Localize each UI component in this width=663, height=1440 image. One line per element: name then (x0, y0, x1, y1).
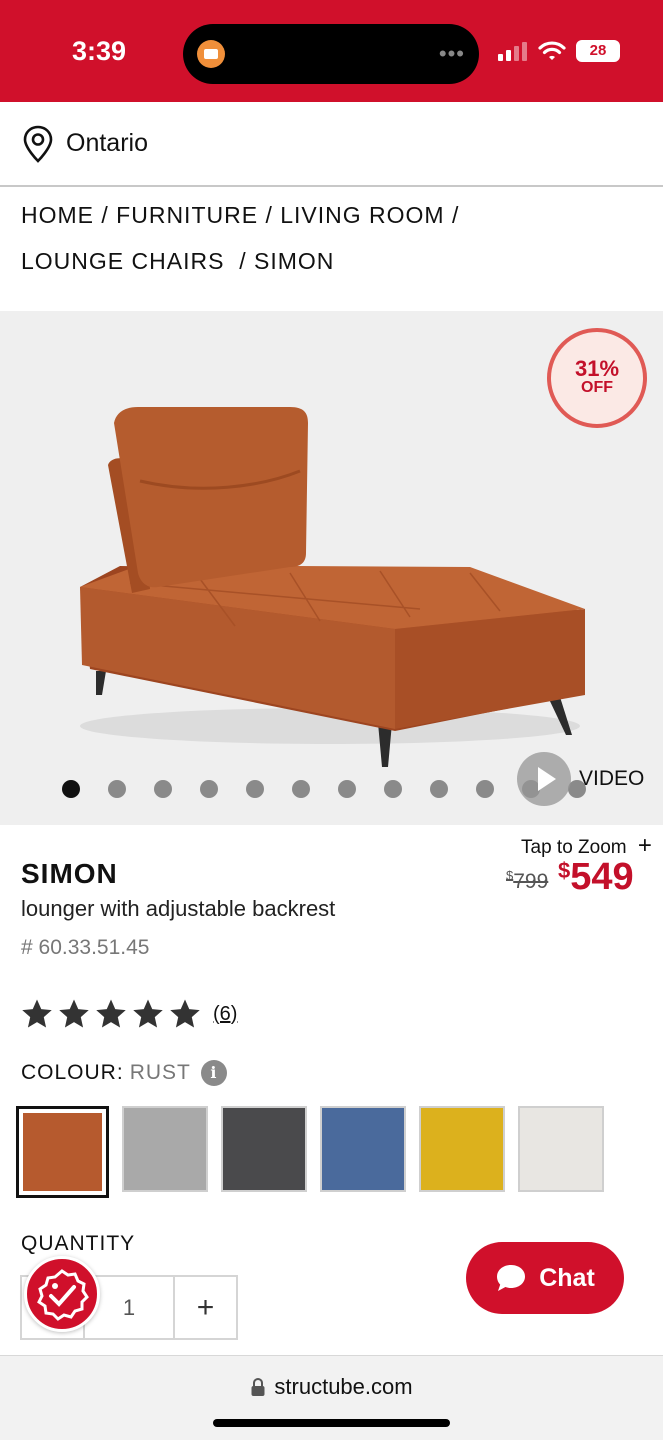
breadcrumb-lounge-chairs[interactable]: LOUNGE CHAIRS (21, 248, 224, 274)
browser-address-bar[interactable]: structube.com (0, 1355, 663, 1440)
swatch-grey[interactable] (122, 1106, 208, 1192)
dynamic-island: ••• (183, 24, 479, 84)
swatch-white[interactable] (518, 1106, 604, 1192)
increase-quantity-button[interactable]: + (175, 1277, 236, 1338)
wifi-icon (538, 41, 566, 60)
colour-value: RUST (129, 1061, 191, 1084)
star-icon (133, 999, 163, 1028)
discount-badge: 31% OFF (547, 328, 647, 428)
status-time: 3:39 (72, 36, 127, 66)
product-sku: # 60.33.51.45 (21, 936, 150, 959)
star-icon (59, 999, 89, 1028)
swatch-charcoal[interactable] (221, 1106, 307, 1192)
plus-icon: + (637, 832, 652, 859)
pagination-dot[interactable] (246, 780, 264, 798)
pagination-dot[interactable] (62, 780, 80, 798)
ellipsis-icon: ••• (438, 41, 465, 66)
location-pin-icon (23, 125, 53, 163)
lock-icon (251, 1377, 265, 1396)
pagination-dot[interactable] (476, 780, 494, 798)
pagination-dot[interactable] (430, 780, 448, 798)
mail-app-icon (197, 40, 225, 68)
breadcrumb-home[interactable]: HOME (21, 202, 94, 228)
pagination-dot[interactable] (108, 780, 126, 798)
quantity-label: QUANTITY (21, 1232, 136, 1255)
pagination-dot[interactable] (200, 780, 218, 798)
star-icon (22, 999, 52, 1028)
pagination-dot[interactable] (338, 780, 356, 798)
info-icon[interactable]: i (200, 1060, 227, 1086)
discount-check-icon (37, 1269, 89, 1321)
gallery-pagination (62, 780, 586, 798)
location-label: Ontario (66, 129, 148, 157)
sale-price-currency: $ (558, 858, 571, 883)
colour-swatches (16, 1106, 604, 1198)
swatch-yellow[interactable] (419, 1106, 505, 1192)
swatch-blue[interactable] (320, 1106, 406, 1192)
battery-icon: 28 (576, 40, 620, 62)
discount-percent: 31% (574, 356, 620, 381)
breadcrumb: HOME / FURNITURE / LIVING ROOM / LOUNGE … (21, 202, 460, 274)
breadcrumb-current: SIMON (254, 248, 335, 274)
original-price-value: 799 (513, 870, 549, 893)
promo-badge-button[interactable] (24, 1256, 100, 1332)
tap-to-zoom-label: Tap to Zoom (521, 837, 627, 858)
colour-selection-label: COLOUR: RUST i (21, 1060, 227, 1086)
url-display[interactable]: structube.com (0, 1374, 663, 1400)
star-icon (170, 999, 200, 1028)
chat-label: Chat (539, 1263, 595, 1292)
status-indicators: 28 (498, 40, 620, 62)
pagination-dot[interactable] (292, 780, 310, 798)
pagination-dot[interactable] (384, 780, 402, 798)
video-label: VIDEO (579, 767, 645, 790)
original-price: $799 (506, 868, 548, 894)
swatch-rust[interactable] (16, 1106, 109, 1198)
video-button[interactable]: VIDEO (517, 752, 644, 806)
chat-button[interactable]: Chat (466, 1242, 624, 1314)
rating[interactable]: (6) (20, 997, 237, 1031)
review-count-link[interactable]: (6) (213, 1003, 237, 1026)
product-description: lounger with adjustable backrest (21, 896, 336, 921)
url-text: structube.com (274, 1374, 413, 1399)
pagination-dot[interactable] (154, 780, 172, 798)
breadcrumb-furniture[interactable]: FURNITURE (116, 202, 258, 228)
chat-bubble-icon (497, 1265, 526, 1291)
discount-label: OFF (581, 379, 613, 396)
status-bar: 3:39 ••• 28 (0, 0, 663, 102)
breadcrumb-living-room[interactable]: LIVING ROOM (280, 202, 444, 228)
sale-price: $549 (558, 856, 634, 899)
star-icon (96, 999, 126, 1028)
colour-label: COLOUR: (21, 1061, 124, 1084)
play-icon (517, 752, 571, 806)
store-location[interactable]: Ontario (0, 102, 663, 187)
sale-price-value: 549 (570, 856, 634, 898)
product-title: SIMON (21, 858, 118, 889)
cellular-signal-icon (498, 42, 527, 61)
home-indicator[interactable] (213, 1419, 450, 1427)
